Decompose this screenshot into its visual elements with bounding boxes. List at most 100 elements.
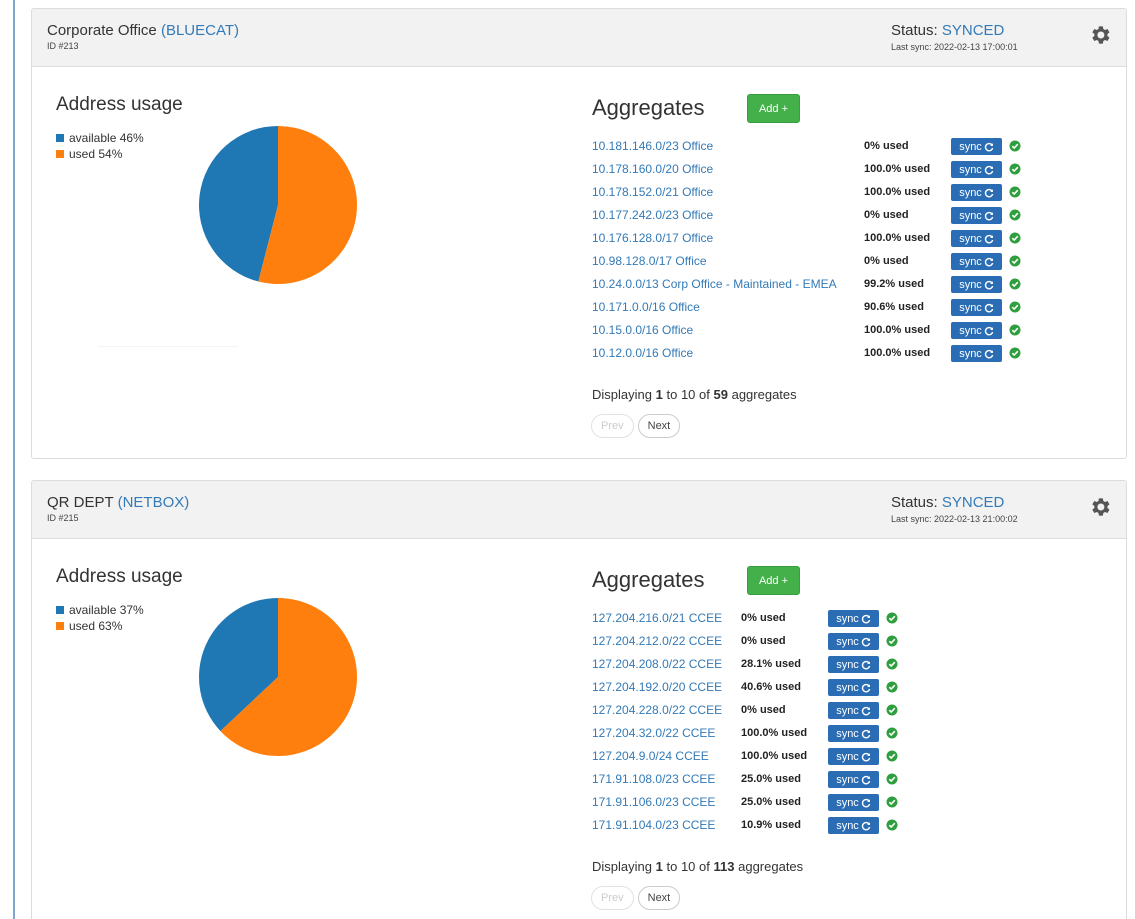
aggregate-used: 100.0% used <box>864 163 931 175</box>
sync-button[interactable]: sync <box>951 276 1002 293</box>
sync-button[interactable]: sync <box>828 794 879 811</box>
sync-button[interactable]: sync <box>828 679 879 696</box>
paging-prefix: Displaying <box>592 859 652 874</box>
aggregate-link[interactable]: 10.24.0.0/13 Corp Office - Maintained - … <box>592 277 837 291</box>
sync-label: sync <box>959 209 982 222</box>
status-label: Status: <box>891 494 938 511</box>
gear-icon[interactable] <box>1088 495 1112 519</box>
address-usage-pie-chart <box>198 598 357 756</box>
legend-swatch-available <box>56 606 64 614</box>
site-name: QR DEPT <box>47 494 114 511</box>
sync-button[interactable]: sync <box>828 725 879 742</box>
address-usage-pie-chart <box>198 126 357 284</box>
sync-label: sync <box>959 140 982 153</box>
sync-button[interactable]: sync <box>828 817 879 834</box>
aggregate-used: 10.9% used <box>741 819 801 831</box>
aggregate-link[interactable]: 10.181.146.0/23 Office <box>592 139 713 153</box>
aggregate-link[interactable]: 10.178.160.0/20 Office <box>592 162 713 176</box>
site-name: Corporate Office <box>47 22 157 39</box>
sync-button[interactable]: sync <box>951 207 1002 224</box>
aggregate-link[interactable]: 10.171.0.0/16 Office <box>592 300 700 314</box>
last-sync-time: Last sync: 2022-02-13 17:00:01 <box>891 42 1018 52</box>
sync-label: sync <box>959 232 982 245</box>
paging-to: 10 <box>680 859 696 874</box>
paging-to-word: to <box>666 387 678 402</box>
sync-label: sync <box>836 612 859 625</box>
aggregate-link[interactable]: 171.91.104.0/23 CCEE <box>592 818 715 832</box>
sync-button[interactable]: sync <box>951 322 1002 339</box>
aggregate-link[interactable]: 127.204.192.0/20 CCEE <box>592 680 722 694</box>
paging-suffix: aggregates <box>738 859 804 874</box>
prev-page-button[interactable]: Prev <box>591 414 634 438</box>
sync-button[interactable]: sync <box>951 161 1002 178</box>
sync-button[interactable]: sync <box>951 230 1002 247</box>
sync-button[interactable]: sync <box>828 771 879 788</box>
aggregate-used: 90.6% used <box>864 301 924 313</box>
sync-button[interactable]: sync <box>951 345 1002 362</box>
usage-legend: available 37% used 63% <box>56 602 144 634</box>
aggregate-link[interactable]: 127.204.216.0/21 CCEE <box>592 611 722 625</box>
aggregate-link[interactable]: 171.91.106.0/23 CCEE <box>592 795 715 809</box>
aggregate-used: 0% used <box>741 612 786 624</box>
aggregate-used: 0% used <box>864 140 909 152</box>
aggregate-link[interactable]: 171.91.108.0/23 CCEE <box>592 772 715 786</box>
aggregate-link[interactable]: 10.178.152.0/21 Office <box>592 185 713 199</box>
panel-header: QR DEPT (NETBOX) ID #215 Status: SYNCED … <box>32 481 1126 539</box>
sync-label: sync <box>836 750 859 763</box>
aggregate-link[interactable]: 127.204.228.0/22 CCEE <box>592 703 722 717</box>
check-circle-icon <box>886 612 898 624</box>
sync-button[interactable]: sync <box>828 702 879 719</box>
last-sync-time: Last sync: 2022-02-13 21:00:02 <box>891 514 1018 524</box>
aggregate-link[interactable]: 127.204.9.0/24 CCEE <box>592 749 709 763</box>
pager: Prev Next <box>591 886 681 910</box>
paging-total: 59 <box>713 387 728 402</box>
refresh-icon <box>984 234 994 243</box>
add-aggregate-button[interactable]: Add + <box>747 94 800 123</box>
aggregate-used: 0% used <box>864 255 909 267</box>
site-title: QR DEPT (NETBOX) <box>47 494 189 511</box>
legend-item-used: used 54% <box>56 146 144 162</box>
legend-swatch-used <box>56 150 64 158</box>
site-source-link[interactable]: (BLUECAT) <box>161 22 239 39</box>
sync-button[interactable]: sync <box>828 748 879 765</box>
gear-icon[interactable] <box>1088 23 1112 47</box>
sync-label: sync <box>836 681 859 694</box>
refresh-icon <box>984 326 994 335</box>
site-source-link[interactable]: (NETBOX) <box>118 494 190 511</box>
address-usage-title: Address usage <box>56 94 183 115</box>
sync-button[interactable]: sync <box>951 138 1002 155</box>
legend-item-used: used 63% <box>56 618 144 634</box>
aggregate-link[interactable]: 10.177.242.0/23 Office <box>592 208 713 222</box>
sync-label: sync <box>959 255 982 268</box>
aggregate-link[interactable]: 10.176.128.0/17 Office <box>592 231 713 245</box>
sync-button[interactable]: sync <box>951 253 1002 270</box>
aggregate-link[interactable]: 127.204.208.0/22 CCEE <box>592 657 722 671</box>
next-page-button[interactable]: Next <box>637 886 681 910</box>
sync-button[interactable]: sync <box>951 184 1002 201</box>
status-line: Status: SYNCED <box>891 494 1004 511</box>
aggregate-link[interactable]: 10.15.0.0/16 Office <box>592 323 693 337</box>
sync-label: sync <box>836 727 859 740</box>
sync-button[interactable]: sync <box>828 656 879 673</box>
next-page-button[interactable]: Next <box>637 414 681 438</box>
aggregates-title: Aggregates <box>592 567 705 592</box>
sync-button[interactable]: sync <box>828 610 879 627</box>
status-line: Status: SYNCED <box>891 22 1004 39</box>
sync-button[interactable]: sync <box>828 633 879 650</box>
aggregate-link[interactable]: 10.98.128.0/17 Office <box>592 254 707 268</box>
check-circle-icon <box>1009 140 1021 152</box>
check-circle-icon <box>1009 255 1021 267</box>
prev-page-button[interactable]: Prev <box>591 886 634 910</box>
sync-button[interactable]: sync <box>951 299 1002 316</box>
status-value: SYNCED <box>941 22 1005 39</box>
check-circle-icon <box>886 658 898 670</box>
aggregate-link[interactable]: 127.204.32.0/22 CCEE <box>592 726 715 740</box>
aggregate-used: 100.0% used <box>864 324 931 336</box>
add-aggregate-button[interactable]: Add + <box>747 566 800 595</box>
aggregate-link[interactable]: 127.204.212.0/22 CCEE <box>592 634 722 648</box>
check-circle-icon <box>886 635 898 647</box>
aggregate-link[interactable]: 10.12.0.0/16 Office <box>592 346 693 360</box>
sync-label: sync <box>836 819 859 832</box>
refresh-icon <box>984 349 994 358</box>
aggregate-used: 0% used <box>741 635 786 647</box>
